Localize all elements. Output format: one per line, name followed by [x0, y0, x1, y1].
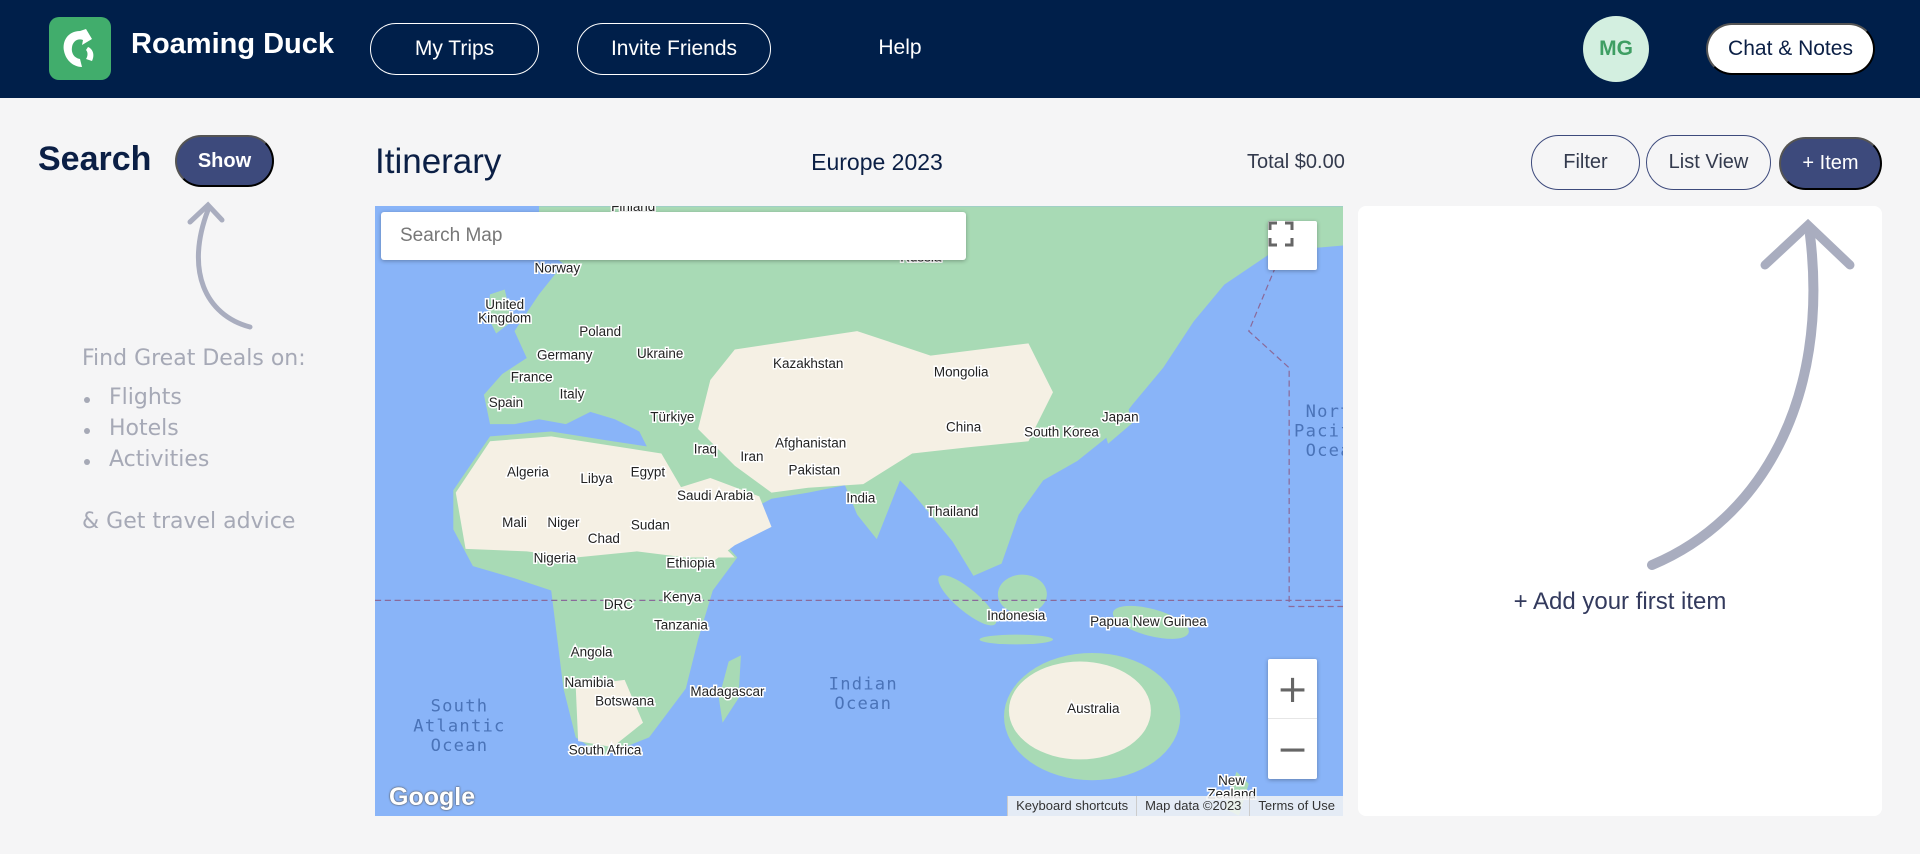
map-label: Australia [1067, 701, 1120, 716]
map-label: Angola [571, 645, 613, 660]
map-attribution: Keyboard shortcuts Map data ©2023 Terms … [1007, 796, 1343, 816]
brand-name[interactable]: Roaming Duck [131, 28, 334, 61]
map-label: Egypt [631, 465, 666, 480]
map-search-input[interactable] [381, 212, 966, 260]
map-label: Türkiye [650, 410, 694, 425]
map-label: Namibia [564, 675, 614, 690]
deals-heading: Find Great Deals on: [82, 346, 306, 371]
map-label: Papua New Guinea [1090, 614, 1207, 629]
fullscreen-icon [1268, 221, 1294, 247]
map-label: NorthPacificOcean [1294, 402, 1343, 461]
map-label: Tanzania [654, 618, 708, 633]
zoom-out-button[interactable]: − [1268, 719, 1317, 779]
page-title: Itinerary [375, 142, 502, 181]
map-label: Italy [560, 386, 585, 401]
map-label: Afghanistan [775, 435, 846, 450]
itinerary-panel: + Add your first item [1358, 206, 1882, 816]
map-label: Niger [547, 515, 580, 530]
zoom-control: + − [1268, 659, 1317, 779]
map-label: Poland [579, 324, 621, 339]
map-label: Thailand [927, 504, 979, 519]
add-first-item-link[interactable]: + Add your first item [1358, 588, 1882, 616]
deals-list: Flights Hotels Activities [82, 385, 209, 478]
my-trips-button[interactable]: My Trips [370, 23, 539, 75]
search-title: Search [38, 140, 152, 178]
map-label: China [946, 419, 982, 434]
map-label: South Atlantic Ocean [413, 697, 505, 756]
map-label: Japan [1102, 410, 1139, 425]
chat-notes-button[interactable]: Chat & Notes [1706, 23, 1875, 75]
map-label: Iraq [694, 441, 717, 456]
map-label: Indian Ocean [829, 675, 898, 715]
map-label: Ethiopia [666, 555, 715, 570]
filter-button[interactable]: Filter [1531, 135, 1640, 190]
map-label: South Africa [569, 743, 642, 758]
map-label: Pakistan [789, 462, 841, 477]
map-label: Kazakhstan [773, 356, 843, 371]
keyboard-shortcuts-link[interactable]: Keyboard shortcuts [1007, 796, 1136, 816]
travel-advice-text: & Get travel advice [82, 509, 296, 534]
show-search-button[interactable]: Show [175, 135, 274, 187]
map-label: United Kingdom [478, 297, 531, 325]
map-label: Ukraine [637, 346, 683, 361]
map-label: Norway [535, 260, 581, 275]
deal-item-flights: Flights [82, 385, 209, 416]
terms-of-use-link[interactable]: Terms of Use [1249, 796, 1343, 816]
add-item-button[interactable]: + Item [1779, 137, 1882, 190]
map-label: Spain [489, 395, 523, 410]
map-label: India [846, 490, 876, 505]
map-label: Iran [740, 449, 763, 464]
deal-item-hotels: Hotels [82, 416, 209, 447]
map-label: Algeria [507, 465, 549, 480]
java-island [979, 634, 1053, 645]
map-label: Mali [502, 515, 527, 530]
trip-total: Total $0.00 [1247, 151, 1345, 173]
zoom-in-button[interactable]: + [1268, 659, 1317, 719]
map[interactable]: FinlandRussiaNorwayUnitedKingdomPolandGe… [375, 206, 1343, 816]
map-label: Madagascar [690, 684, 765, 699]
map-label: Mongolia [934, 364, 989, 379]
deal-item-activities: Activities [82, 447, 209, 478]
map-label: South Korea [1024, 424, 1099, 439]
map-data-text: Map data ©2023 [1136, 796, 1249, 816]
map-label: DRC [604, 597, 633, 612]
map-label: Saudi Arabia [677, 488, 754, 503]
google-logo: Google [389, 783, 476, 811]
map-label: Chad [588, 531, 620, 546]
duck-logo-icon [63, 28, 94, 67]
map-label: Sudan [631, 517, 670, 532]
map-label: Kenya [663, 590, 702, 605]
map-label: Libya [580, 471, 613, 486]
trip-name: Europe 2023 [811, 149, 943, 175]
map-label: France [511, 369, 553, 384]
map-label: Indonesia [987, 608, 1046, 623]
map-label: Botswana [595, 694, 655, 709]
invite-friends-button[interactable]: Invite Friends [577, 23, 771, 75]
avatar[interactable]: MG [1583, 16, 1649, 82]
map-label: Germany [537, 347, 593, 362]
help-link[interactable]: Help [860, 36, 940, 60]
fullscreen-button[interactable] [1268, 221, 1317, 270]
map-label: Nigeria [534, 550, 577, 565]
roaming-duck-logo[interactable] [49, 17, 111, 80]
arrow-to-show-icon [187, 201, 253, 330]
map-canvas[interactable]: FinlandRussiaNorwayUnitedKingdomPolandGe… [375, 206, 1343, 816]
list-view-button[interactable]: List View [1646, 135, 1771, 190]
top-nav: Roaming Duck My Trips Invite Friends Hel… [0, 0, 1920, 98]
